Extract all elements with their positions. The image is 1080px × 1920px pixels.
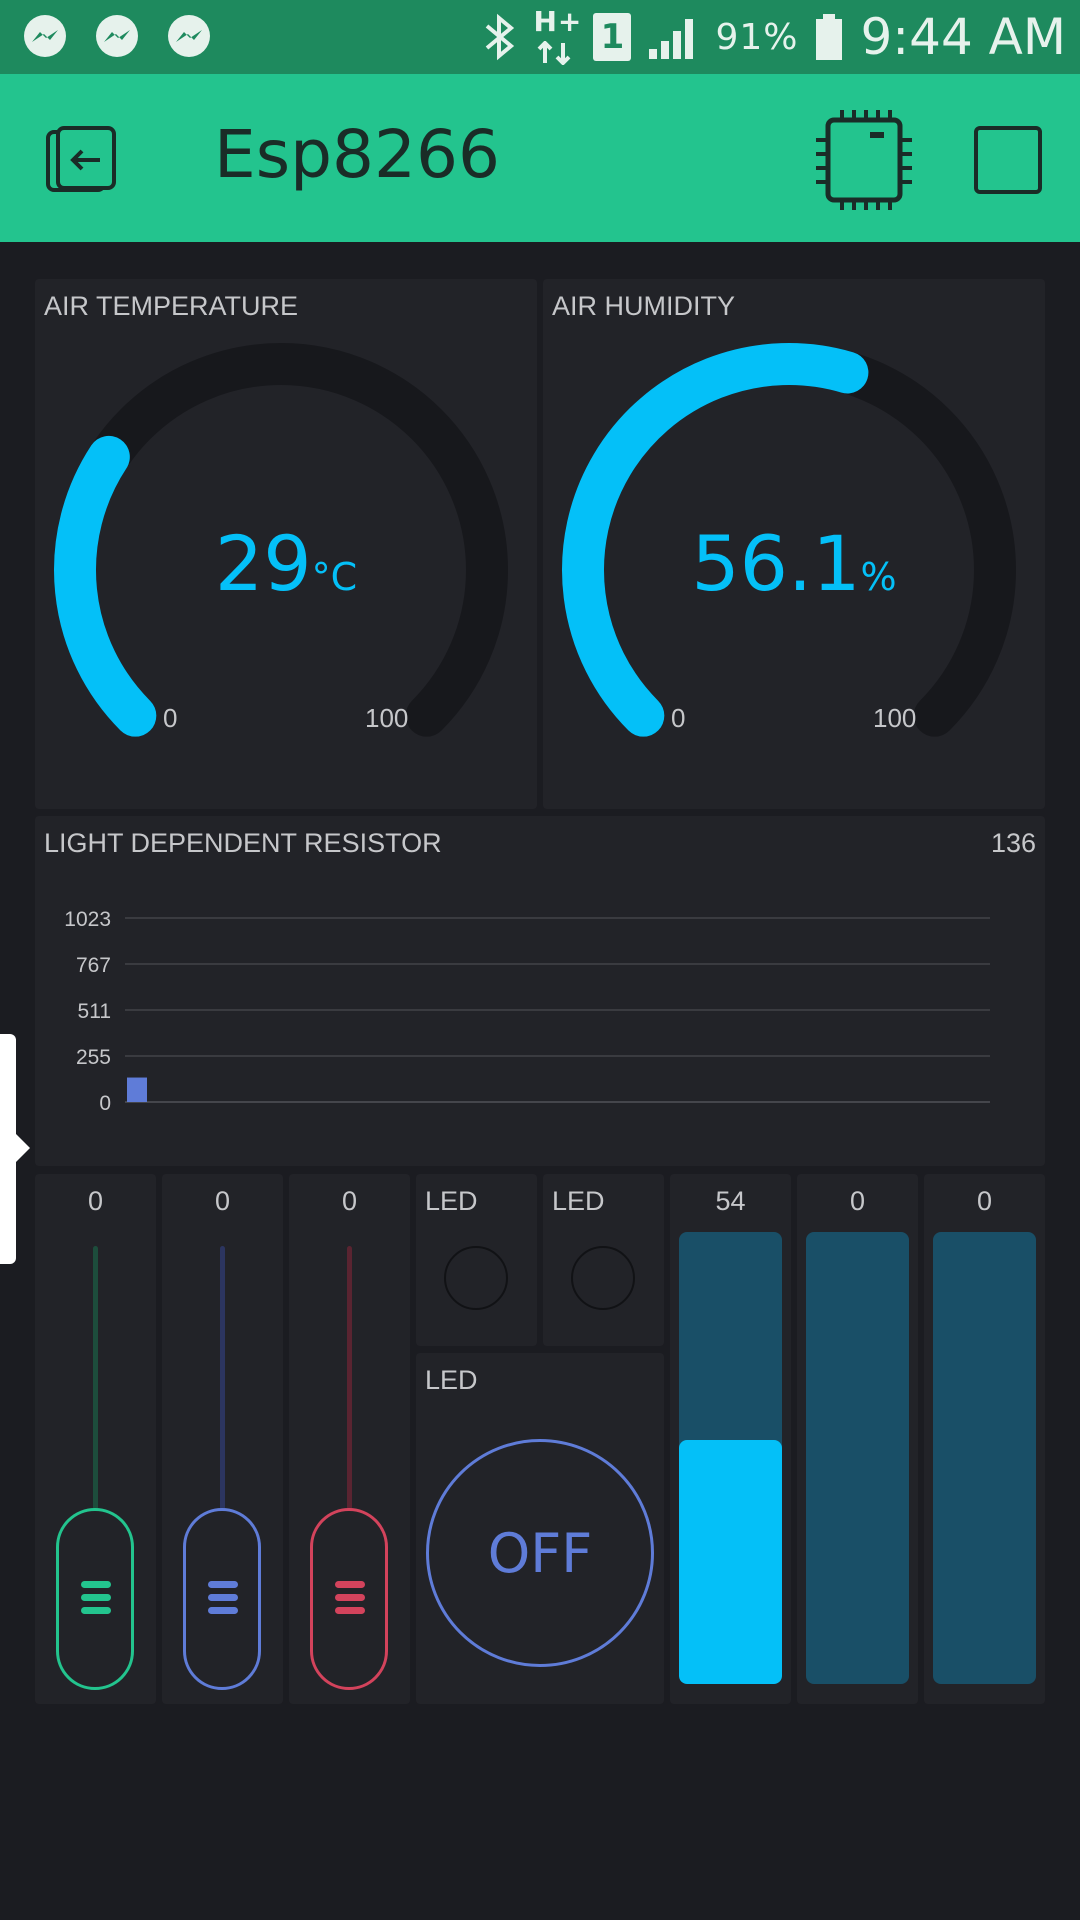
level-value: 54: [715, 1186, 746, 1216]
vertical-slider-blue[interactable]: 0: [162, 1174, 283, 1704]
gauge-min: 0: [163, 703, 178, 733]
play-stop-button[interactable]: [974, 126, 1042, 194]
graph-bar: [127, 1077, 147, 1102]
button-label: LED: [425, 1365, 478, 1395]
level-value: 0: [849, 1186, 866, 1216]
led-indicator: [444, 1246, 508, 1310]
messenger-icon: [168, 15, 210, 57]
y-tick-label: 767: [76, 954, 111, 977]
slider-track[interactable]: [347, 1246, 352, 1510]
page-title: Esp8266: [214, 116, 500, 193]
data-transfer-icon: [538, 41, 571, 65]
level-display-3: 0: [924, 1174, 1045, 1704]
bluetooth-icon: [486, 13, 515, 61]
battery-icon: [816, 14, 843, 60]
led-widget-2: LED: [543, 1174, 664, 1346]
level-display-1: 54: [670, 1174, 791, 1704]
grip-icon: [335, 1581, 365, 1614]
y-tick-label: 1023: [64, 908, 111, 931]
app-bar: Esp8266: [0, 74, 1080, 242]
slider-handle[interactable]: [310, 1508, 388, 1690]
level-fill: [679, 1439, 782, 1684]
y-tick-label: 255: [76, 1046, 111, 1069]
gauge-max: 100: [873, 703, 917, 733]
level-track: [679, 1232, 782, 1684]
led-toggle-button[interactable]: OFF: [426, 1439, 654, 1667]
device-chip-icon[interactable]: [814, 110, 914, 210]
ldr-graph[interactable]: LIGHT DEPENDENT RESISTOR 136 1023 767 511 2…: [35, 816, 1045, 1166]
exit-project-icon[interactable]: [44, 126, 120, 196]
status-bar: H+ 1 91% 9:44 AM: [0, 0, 1080, 74]
slider-track[interactable]: [220, 1246, 225, 1510]
slider-handle[interactable]: [183, 1508, 261, 1690]
grip-icon: [208, 1581, 238, 1614]
slider-value: 0: [341, 1186, 358, 1216]
vertical-slider-red[interactable]: 0: [289, 1174, 410, 1704]
sim-icon: 1: [593, 13, 632, 61]
graph-plot: 1023 767 511 255 0: [64, 908, 990, 1115]
led-widget-1: LED: [416, 1174, 537, 1346]
y-tick-label: 511: [78, 1000, 111, 1023]
clock: 9:44 AM: [860, 8, 1066, 66]
network-type: H+: [533, 5, 581, 65]
led-label: LED: [425, 1186, 478, 1216]
widget-box-drawer-handle[interactable]: [0, 1034, 30, 1264]
gauge-value: 56.1%: [691, 519, 897, 608]
gauge-max: 100: [365, 703, 409, 733]
gauge-min: 0: [671, 703, 686, 733]
button-state: OFF: [487, 1521, 593, 1585]
led-indicator: [571, 1246, 635, 1310]
messenger-icon: [96, 15, 138, 57]
air-humidity-gauge[interactable]: AIR HUMIDITY 56.1% 0 100: [543, 279, 1045, 809]
grip-icon: [81, 1581, 111, 1614]
battery-percent: 91%: [715, 16, 799, 58]
level-display-2: 0: [797, 1174, 918, 1704]
signal-icon: [649, 19, 694, 59]
level-track: [933, 1232, 1036, 1684]
vertical-slider-green[interactable]: 0: [35, 1174, 156, 1704]
led-button-widget: LED OFF: [416, 1353, 664, 1704]
slider-handle[interactable]: [56, 1508, 134, 1690]
slider-value: 0: [87, 1186, 104, 1216]
slider-track[interactable]: [93, 1246, 98, 1510]
level-track: [806, 1232, 909, 1684]
slider-value: 0: [214, 1186, 231, 1216]
gauge-value: 29°C: [214, 519, 358, 608]
air-temperature-gauge[interactable]: AIR TEMPERATURE 29°C 0 100: [35, 279, 537, 809]
level-value: 0: [976, 1186, 993, 1216]
messenger-icon: [24, 15, 66, 57]
led-label: LED: [552, 1186, 605, 1216]
y-tick-label: 0: [99, 1092, 111, 1115]
